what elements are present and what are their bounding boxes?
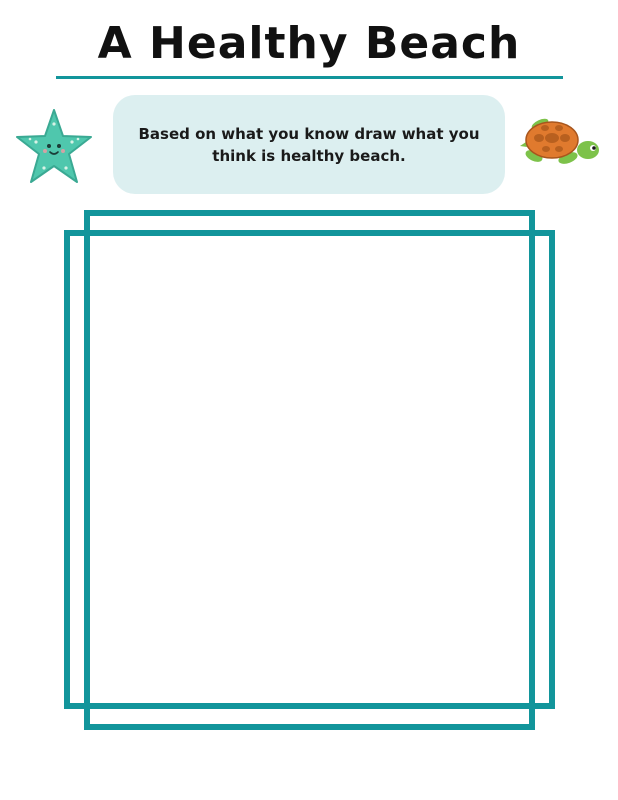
sea-turtle-icon xyxy=(520,118,599,164)
instruction-text: Based on what you know draw what you thi… xyxy=(138,125,480,165)
title-divider xyxy=(56,76,563,79)
worksheet-page: A Healthy Beach Based on what you know d… xyxy=(0,0,618,800)
instruction-box: Based on what you know draw what you thi… xyxy=(113,95,505,194)
starfish-icon xyxy=(16,109,92,183)
drawing-area[interactable] xyxy=(84,210,535,730)
page-title: A Healthy Beach xyxy=(97,18,521,69)
